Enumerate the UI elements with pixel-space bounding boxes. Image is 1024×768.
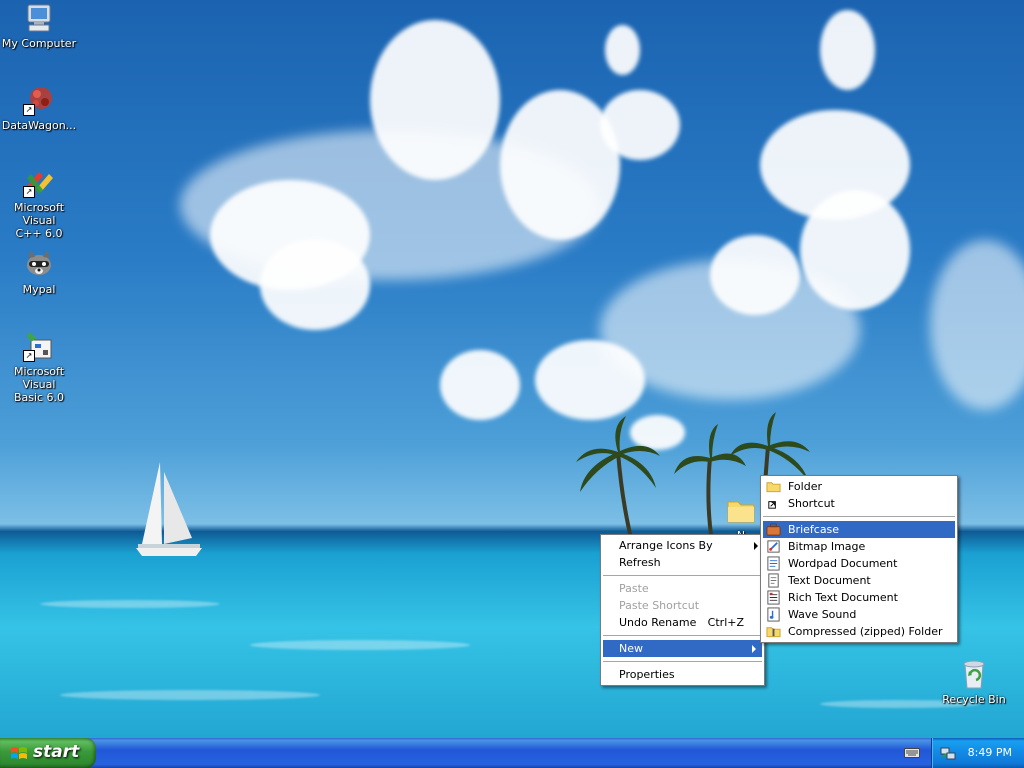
zipped-folder-icon — [766, 627, 781, 638]
cloud — [440, 350, 520, 420]
cloud — [260, 240, 370, 330]
visual-basic-icon: ↗ — [23, 330, 55, 362]
shortcut-arrow-icon: ↗ — [23, 104, 35, 116]
menu-item-label: Properties — [619, 668, 675, 681]
shortcut-arrow-icon: ↗ — [23, 186, 35, 198]
menu-item-label: Wordpad Document — [788, 557, 898, 570]
menu-separator — [603, 575, 762, 576]
desktop-icon-visual-cpp[interactable]: ↗ Microsoft Visual C++ 6.0 — [1, 166, 77, 240]
menu-item-label: Paste — [619, 582, 649, 595]
menu-item-label: Briefcase — [788, 523, 840, 536]
desktop-icon-my-computer[interactable]: My Computer — [1, 2, 77, 50]
sound-file-icon — [767, 607, 780, 622]
cloud — [800, 190, 910, 310]
submenu-item-wave-sound[interactable]: Wave Sound — [761, 606, 957, 623]
submenu-item-wordpad-document[interactable]: Wordpad Document — [761, 555, 957, 572]
menu-item-label: Folder — [788, 480, 822, 493]
text-document-icon — [768, 573, 779, 588]
datawagon-icon: ↗ — [23, 84, 55, 116]
menu-separator — [603, 635, 762, 636]
menu-item-label: Undo Rename — [619, 616, 697, 629]
desktop-icon-label: Microsoft Visual C++ 6.0 — [13, 201, 65, 240]
cloud — [710, 235, 800, 315]
desktop-icon-label: Mypal — [22, 283, 56, 296]
cloud — [370, 20, 500, 180]
menu-item-label: Refresh — [619, 556, 661, 569]
menu-item-label: New — [619, 642, 643, 655]
submenu-item-folder[interactable]: Folder — [761, 478, 957, 495]
desktop-icon-label: Microsoft Visual Basic 6.0 — [13, 365, 65, 404]
menu-item-label: Bitmap Image — [788, 540, 866, 553]
menu-item-label: Wave Sound — [788, 608, 857, 621]
sea-glint — [40, 600, 220, 608]
rich-text-document-icon — [767, 590, 780, 605]
folder-icon — [727, 501, 755, 523]
visual-cpp-icon: ↗ — [23, 166, 55, 198]
submenu-item-bitmap-image[interactable]: Bitmap Image — [761, 538, 957, 555]
sea-glint — [250, 640, 470, 650]
recycle-bin-icon — [963, 660, 985, 689]
submenu-item-shortcut[interactable]: Shortcut — [761, 495, 957, 512]
clock[interactable]: 8:49 PM — [968, 746, 1012, 759]
menu-item-properties[interactable]: Properties — [601, 666, 764, 683]
desktop-icon-label: My Computer — [1, 37, 77, 50]
paint-brush-icon — [767, 540, 780, 553]
menu-item-label: Compressed (zipped) Folder — [788, 625, 943, 638]
cloud — [820, 10, 875, 90]
desktop-icon-visual-basic[interactable]: ↗ Microsoft Visual Basic 6.0 — [1, 330, 77, 404]
computer-icon — [27, 4, 51, 32]
network-icon[interactable] — [940, 745, 956, 761]
submenu-item-briefcase[interactable]: Briefcase — [763, 521, 955, 538]
menu-item-shortcut: Ctrl+Z — [707, 616, 744, 629]
submenu-item-compressed-folder[interactable]: Compressed (zipped) Folder — [761, 623, 957, 640]
wordpad-document-icon — [767, 556, 780, 571]
submenu-arrow-icon — [752, 645, 756, 653]
cloud — [600, 90, 680, 160]
submenu-item-rich-text-document[interactable]: Rich Text Document — [761, 589, 957, 606]
menu-separator — [603, 661, 762, 662]
menu-item-label: Paste Shortcut — [619, 599, 700, 612]
briefcase-icon — [766, 523, 781, 536]
start-label: start — [33, 742, 80, 762]
folder-icon — [766, 482, 781, 493]
keyboard-icon[interactable] — [904, 745, 920, 759]
shortcut-icon — [768, 501, 776, 509]
menu-item-label: Rich Text Document — [788, 591, 898, 604]
menu-item-paste: Paste — [601, 580, 764, 597]
new-submenu: Folder Shortcut Briefcase Bitmap Image W… — [760, 475, 958, 643]
menu-item-label: Shortcut — [788, 497, 835, 510]
desktop-icon-recycle-bin[interactable]: Recycle Bin — [936, 658, 1012, 706]
submenu-arrow-icon — [754, 542, 758, 550]
sailboat-image — [136, 462, 202, 556]
menu-item-new[interactable]: New — [603, 640, 762, 657]
system-tray: 8:49 PM — [931, 738, 1024, 768]
desktop-context-menu: Arrange Icons By Refresh Paste Paste Sho… — [600, 534, 765, 686]
desktop-icon-label: Recycle Bin — [942, 693, 1006, 706]
submenu-item-text-document[interactable]: Text Document — [761, 572, 957, 589]
menu-item-paste-shortcut: Paste Shortcut — [601, 597, 764, 614]
cloud — [605, 25, 640, 75]
raccoon-icon — [27, 250, 51, 275]
menu-separator — [763, 516, 955, 517]
menu-item-undo-rename[interactable]: Undo Rename Ctrl+Z — [601, 614, 764, 631]
menu-item-label: Text Document — [788, 574, 871, 587]
shortcut-arrow-icon: ↗ — [23, 350, 35, 362]
desktop-icon-datawagon[interactable]: ↗ DataWagon... — [1, 84, 77, 132]
menu-item-arrange-icons-by[interactable]: Arrange Icons By — [601, 537, 764, 554]
desktop-icon-label: DataWagon... — [1, 119, 77, 132]
desktop-icon-mypal[interactable]: Mypal — [1, 248, 77, 296]
cloud — [930, 240, 1024, 410]
menu-item-label: Arrange Icons By — [619, 539, 713, 552]
windows-flag-icon — [11, 747, 27, 759]
menu-item-refresh[interactable]: Refresh — [601, 554, 764, 571]
sea-glint — [60, 690, 320, 700]
taskbar[interactable]: start 8:49 PM — [0, 738, 1024, 768]
start-button[interactable]: start — [0, 738, 96, 768]
